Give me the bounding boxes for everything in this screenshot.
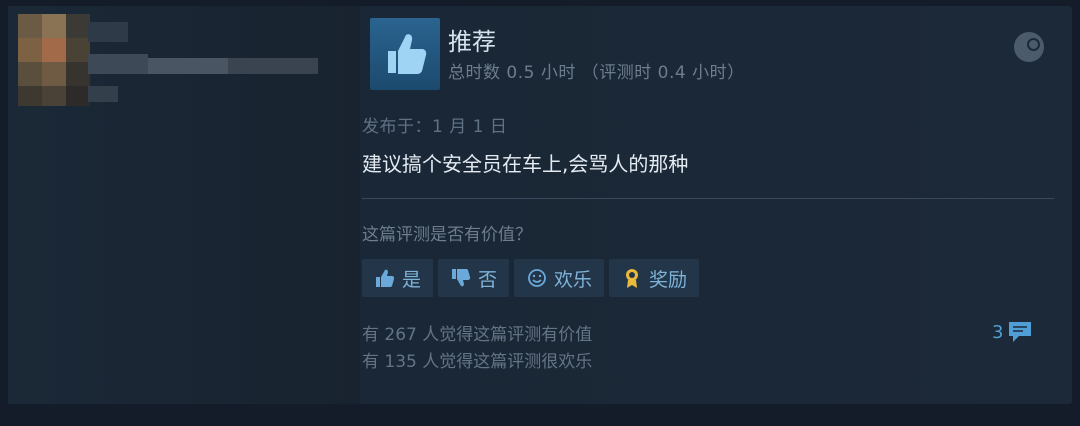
thumbs-up-icon <box>388 34 427 74</box>
steam-icon <box>1014 32 1044 62</box>
recommend-thumb-box <box>370 18 440 90</box>
thumbs-down-icon <box>452 269 471 287</box>
playtime-hours: 总时数 0.5 小时 （评测时 0.4 小时） <box>448 63 745 83</box>
helpful-question: 这篇评测是否有价值？ <box>362 225 532 245</box>
funny-count-text: 有 135 人觉得这篇评测很欢乐 <box>362 352 593 372</box>
helpful-count-text: 有 267 人觉得这篇评测有价值 <box>362 325 593 345</box>
award-button[interactable]: 奖励 <box>609 259 700 297</box>
smiley-icon <box>528 269 546 287</box>
author-panel <box>8 6 360 404</box>
divider <box>362 198 1054 199</box>
review-content: 建议搞个安全员在车上,会骂人的那种 <box>362 152 689 176</box>
review-stats: 有 267 人觉得这篇评测有价值 有 135 人觉得这篇评测很欢乐 <box>362 322 592 376</box>
award-label: 奖励 <box>649 268 688 291</box>
vote-funny-label: 欢乐 <box>554 268 593 291</box>
comment-count: 3 <box>992 321 1004 343</box>
vote-no-button[interactable]: 否 <box>438 259 510 297</box>
award-medal-icon <box>626 269 639 288</box>
recommendation-title: 推荐 <box>448 28 496 56</box>
vote-yes-button[interactable]: 是 <box>362 259 434 297</box>
comment-bubble-icon <box>1009 322 1032 342</box>
user-name-blurred[interactable] <box>88 22 318 102</box>
vote-no-label: 否 <box>478 268 498 291</box>
vote-yes-label: 是 <box>402 268 422 291</box>
comments-link[interactable]: 3 <box>992 320 1033 344</box>
user-avatar[interactable] <box>18 14 90 106</box>
posted-date: 发布于：1 月 1 日 <box>362 117 508 137</box>
vote-buttons: 是 否 欢乐 奖励 <box>362 259 700 297</box>
vote-funny-button[interactable]: 欢乐 <box>514 259 605 297</box>
thumbs-up-icon <box>376 269 395 287</box>
